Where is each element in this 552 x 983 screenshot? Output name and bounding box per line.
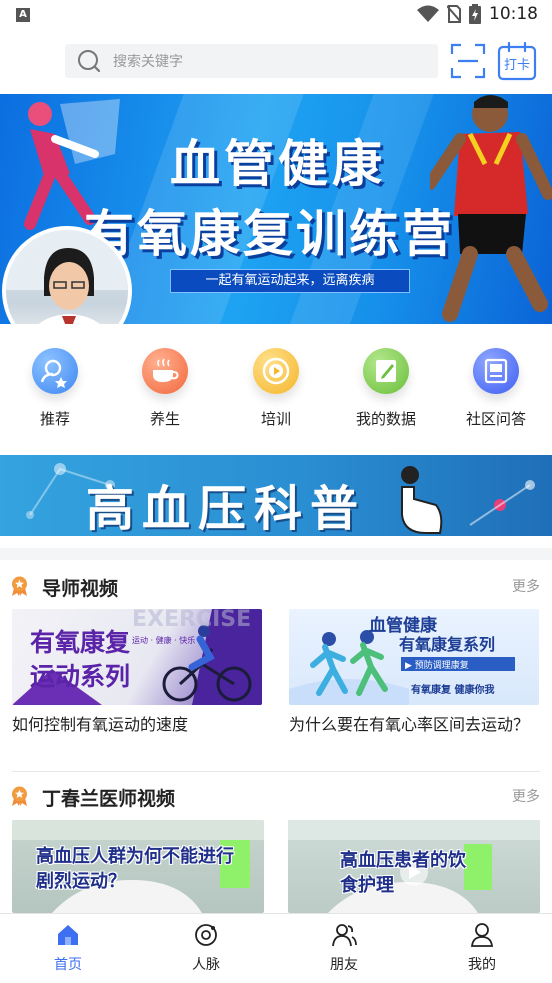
- search-icon: [78, 50, 101, 73]
- quick-nav-health[interactable]: 养生: [125, 348, 205, 429]
- quick-nav-recommend[interactable]: 推荐: [15, 348, 95, 429]
- status-icons: 10:18: [417, 4, 538, 24]
- play-circle-icon: [253, 348, 299, 394]
- search-placeholder: 搜索关键字: [113, 54, 183, 70]
- no-sim-icon: [447, 5, 461, 23]
- clock: 10:18: [489, 4, 538, 24]
- quick-nav-label: 养生: [149, 410, 180, 428]
- medal-icon: [12, 576, 27, 596]
- quick-nav-label: 我的数据: [355, 410, 416, 428]
- wifi-icon: [417, 5, 439, 22]
- top-header: 搜索关键字 打卡: [0, 38, 552, 86]
- more-link[interactable]: 更多: [512, 786, 540, 806]
- thumb-tag: ▶ 预防调理康复: [405, 661, 469, 671]
- friends-icon: [332, 924, 357, 947]
- video-title: 如何控制有氧运动的速度: [12, 715, 189, 734]
- medal-icon: [12, 786, 27, 806]
- connections-icon: [195, 924, 217, 946]
- doctor-videos-header: 丁春兰医师视频 更多: [0, 780, 552, 812]
- mentor-videos-header: 导师视频 更多: [0, 570, 552, 602]
- thumb-footer: 有氧康复 健康你我: [411, 685, 495, 696]
- qa-board-icon: [473, 348, 519, 394]
- tab-label: 人脉: [192, 957, 220, 973]
- tab-home[interactable]: 首页: [28, 922, 108, 974]
- video-card[interactable]: EXERCISE 有氧康复 运动系列 运动 · 健康 · 快乐 如何控制有氧运动…: [12, 609, 262, 759]
- profile-icon: [470, 923, 494, 947]
- thumb-caption: 高血压患者的饮食护理: [340, 850, 466, 896]
- hypertension-promo-banner[interactable]: 高血压科普: [0, 455, 552, 536]
- search-bar[interactable]: 搜索关键字: [65, 44, 438, 78]
- banner-subtitle: 一起有氧运动起来，远离疾病: [170, 269, 410, 293]
- recommend-icon: [32, 348, 78, 394]
- battery-icon: [469, 4, 481, 24]
- hero-banner[interactable]: 血管健康 有氧康复训练营 一起有氧运动起来，远离疾病: [0, 94, 552, 324]
- video-thumbnail: 高血压人群为何不能进行剧烈运动？: [12, 820, 264, 913]
- banner-title-2: 有氧康复训练营: [84, 205, 455, 263]
- tab-label: 首页: [54, 957, 82, 973]
- tab-profile[interactable]: 我的: [442, 922, 522, 974]
- tea-cup-icon: [142, 348, 188, 394]
- thumb-tagline: 运动 · 健康 · 快乐: [132, 636, 196, 645]
- app-notification-icon: A: [16, 8, 30, 22]
- quick-nav-label: 社区问答: [465, 410, 526, 428]
- video-card[interactable]: 高血压患者的饮食护理: [288, 820, 540, 913]
- section-divider: [0, 548, 552, 560]
- checkin-button[interactable]: 打卡: [497, 41, 537, 81]
- thumb-heading-1: 有氧康复: [30, 628, 131, 657]
- video-title: 为什么要在有氧心率区间去运动？: [289, 715, 530, 734]
- section-title: 丁春兰医师视频: [42, 788, 176, 810]
- tab-connections[interactable]: 人脉: [166, 922, 246, 974]
- video-card[interactable]: 高血压人群为何不能进行剧烈运动？: [12, 820, 264, 913]
- edit-data-icon: [363, 348, 409, 394]
- bottom-navigation: 首页 人脉 朋友 我的: [0, 913, 552, 983]
- checkin-label: 打卡: [503, 58, 530, 73]
- tab-label: 朋友: [330, 957, 358, 973]
- video-card[interactable]: 血管健康 有氧康复系列 ▶ 预防调理康复 有氧康复 健康你我 为什么要在有氧心率…: [289, 609, 539, 759]
- thumb-heading-2: 运动系列: [30, 662, 131, 691]
- video-thumbnail: EXERCISE 有氧康复 运动系列 运动 · 健康 · 快乐: [12, 609, 262, 705]
- quick-nav: 推荐 养生 培训 我的数据 社区问答: [0, 340, 552, 440]
- tab-label: 我的: [468, 957, 496, 973]
- promo-title: 高血压科普: [86, 481, 367, 536]
- quick-nav-community[interactable]: 社区问答: [456, 348, 536, 429]
- quick-nav-my-data[interactable]: 我的数据: [346, 348, 426, 429]
- quick-nav-training[interactable]: 培训: [236, 348, 316, 429]
- scan-icon[interactable]: [450, 43, 486, 79]
- quick-nav-label: 培训: [260, 410, 291, 428]
- section-title: 导师视频: [42, 578, 119, 600]
- quick-nav-label: 推荐: [39, 410, 70, 428]
- thumb-heading-2: 有氧康复系列: [399, 635, 496, 654]
- thumb-watermark: EXERCISE: [132, 609, 252, 632]
- tab-friends[interactable]: 朋友: [304, 922, 384, 974]
- status-bar: A 10:18: [0, 0, 552, 32]
- home-icon: [58, 925, 78, 945]
- banner-title-1: 血管健康: [170, 135, 386, 193]
- thumb-caption: 高血压人群为何不能进行剧烈运动？: [36, 846, 234, 892]
- section-separator: [12, 771, 540, 772]
- more-link[interactable]: 更多: [512, 576, 540, 596]
- video-thumbnail: 血管健康 有氧康复系列 ▶ 预防调理康复 有氧康复 健康你我: [289, 609, 539, 705]
- video-thumbnail: 高血压患者的饮食护理: [288, 820, 540, 913]
